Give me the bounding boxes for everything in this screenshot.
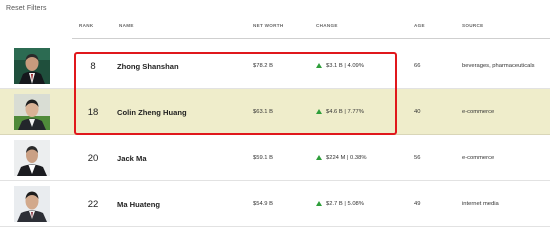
person-photo: [14, 140, 50, 176]
triangle-up-icon: [316, 155, 322, 160]
age: 56: [414, 155, 421, 161]
triangle-up-icon: [316, 201, 322, 206]
column-header-source[interactable]: SOURCE: [462, 23, 483, 28]
change: $224 M | 0.38%: [316, 135, 367, 181]
source: beverages, pharmaceuticals: [462, 63, 535, 69]
age: 40: [414, 109, 421, 115]
table-header: RANK NAME NET WORTH CHANGE AGE SOURCE: [0, 23, 550, 39]
table-row[interactable]: 20 Jack Ma $59.1 B $224 M | 0.38% 56 e-c…: [0, 135, 550, 181]
age: 66: [414, 63, 421, 69]
person-photo: [14, 186, 50, 222]
age: 49: [414, 201, 421, 207]
rank: 20: [87, 152, 99, 164]
net-worth: $54.9 B: [253, 201, 273, 207]
source: e-commerce: [462, 109, 495, 115]
person-photo: [14, 48, 50, 84]
table-row[interactable]: 22 Ma Huateng $54.9 B $2.7 B | 5.08% 49 …: [0, 181, 550, 227]
header-divider: [72, 38, 550, 39]
column-header-net-worth[interactable]: NET WORTH: [253, 23, 284, 28]
source: internet media: [462, 201, 499, 207]
column-header-age[interactable]: AGE: [414, 23, 425, 28]
annotation-highlight-box: [74, 52, 397, 135]
source: e-commerce: [462, 155, 495, 161]
column-header-change[interactable]: CHANGE: [316, 23, 338, 28]
change: $2.7 B | 5.08%: [316, 181, 364, 227]
column-header-rank[interactable]: RANK: [79, 23, 93, 28]
reset-filters-link[interactable]: Reset Filters: [6, 5, 47, 12]
net-worth: $59.1 B: [253, 155, 273, 161]
column-header-name[interactable]: NAME: [119, 23, 134, 28]
person-name[interactable]: Jack Ma: [117, 135, 147, 181]
person-photo: [14, 94, 50, 130]
change-value: $2.7 B | 5.08%: [326, 201, 364, 207]
rank: 22: [87, 198, 99, 210]
person-name[interactable]: Ma Huateng: [117, 181, 160, 227]
change-value: $224 M | 0.38%: [326, 155, 367, 161]
